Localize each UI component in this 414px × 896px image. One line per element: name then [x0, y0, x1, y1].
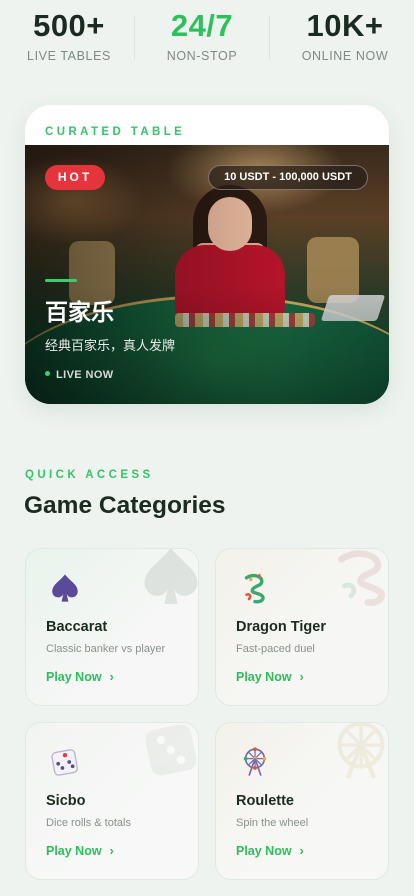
category-card-sicbo[interactable]: Sicbo Dice rolls & totals Play Now ›: [25, 722, 199, 880]
dragon-icon: [244, 573, 265, 604]
ferris-wheel-icon: [337, 723, 385, 779]
featured-game-title: 百家乐: [45, 299, 114, 325]
category-description: Classic banker vs player: [46, 643, 166, 655]
bet-range-badge: 10 USDT - 100,000 USDT: [208, 165, 368, 190]
stat-value: 500+: [33, 8, 105, 43]
play-now-label: Play Now: [236, 844, 292, 858]
section-title: Game Categories: [24, 492, 226, 519]
curated-table-eyebrow: CURATED TABLE: [45, 126, 186, 138]
live-dot-icon: [45, 371, 50, 376]
play-now-link[interactable]: Play Now ›: [46, 844, 114, 858]
dice-icon: [51, 749, 78, 776]
accent-bar: [45, 279, 77, 282]
stat-value: 10K+: [306, 8, 384, 43]
stat-divider: [269, 16, 270, 60]
category-card-roulette[interactable]: Roulette Spin the wheel Play Now ›: [215, 722, 389, 880]
category-card-dragon-tiger[interactable]: Dragon Tiger Fast-paced duel Play Now ›: [215, 548, 389, 706]
live-status: LIVE NOW: [45, 369, 114, 381]
category-description: Spin the wheel: [236, 817, 309, 829]
play-now-label: Play Now: [236, 670, 292, 684]
chevron-right-icon: ›: [109, 844, 114, 858]
chevron-right-icon: ›: [299, 670, 304, 684]
category-name: Sicbo: [46, 793, 86, 809]
category-name: Baccarat: [46, 619, 108, 635]
hot-badge: HOT: [45, 165, 105, 190]
category-name: Roulette: [236, 793, 294, 809]
play-now-link[interactable]: Play Now ›: [236, 670, 304, 684]
ferris-wheel-icon: [243, 747, 267, 776]
stat-online-now: 10K+ ONLINE NOW: [276, 6, 414, 63]
chevron-right-icon: ›: [109, 670, 114, 684]
play-now-link[interactable]: Play Now ›: [46, 670, 114, 684]
featured-game-subtitle: 经典百家乐，真人发牌: [45, 338, 176, 353]
featured-table-card[interactable]: CURATED TABLE HOT 10 USDT - 100,000 USDT…: [25, 105, 389, 404]
stat-label: NON-STOP: [166, 49, 238, 63]
stat-label: ONLINE NOW: [301, 49, 389, 63]
stat-live-tables: 500+ LIVE TABLES: [0, 6, 138, 63]
dice-icon: [145, 724, 197, 776]
category-description: Dice rolls & totals: [46, 817, 131, 829]
featured-table-image[interactable]: HOT 10 USDT - 100,000 USDT 百家乐 经典百家乐，真人发…: [25, 145, 389, 404]
stat-value: 24/7: [170, 8, 234, 43]
play-now-label: Play Now: [46, 670, 102, 684]
stats-row: 500+ LIVE TABLES 24/7 NON-STOP 10K+ ONLI…: [0, 6, 414, 70]
category-card-baccarat[interactable]: Baccarat Classic banker vs player Play N…: [25, 548, 199, 706]
stat-label: LIVE TABLES: [27, 49, 111, 63]
dragon-icon: [337, 550, 385, 606]
quick-access-eyebrow: QUICK ACCESS: [25, 469, 154, 481]
chevron-right-icon: ›: [299, 844, 304, 858]
play-now-label: Play Now: [46, 844, 102, 858]
spade-icon: [144, 549, 198, 605]
live-status-label: LIVE NOW: [56, 369, 114, 381]
category-name: Dragon Tiger: [236, 619, 326, 635]
spade-icon: [52, 574, 78, 602]
stat-non-stop: 24/7 NON-STOP: [133, 6, 271, 63]
category-description: Fast-paced duel: [236, 643, 315, 655]
play-now-link[interactable]: Play Now ›: [236, 844, 304, 858]
